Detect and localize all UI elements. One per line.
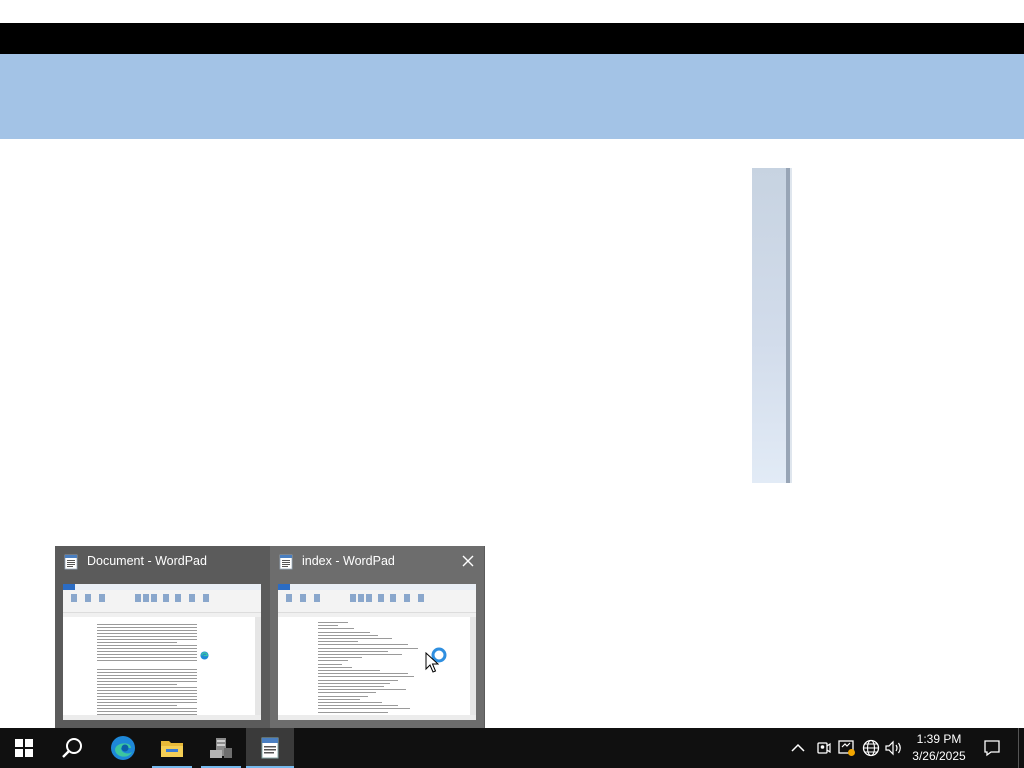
tray-network[interactable]: [861, 738, 881, 758]
notification-button[interactable]: [980, 728, 1004, 768]
tray-meet-now[interactable]: [813, 738, 833, 758]
thumbnail-title: index - WordPad: [302, 554, 395, 568]
close-icon[interactable]: [460, 553, 476, 569]
window-top-bar: [0, 23, 1024, 54]
wordpad-icon: [279, 554, 293, 570]
thumbnail-title: Document - WordPad: [87, 554, 207, 568]
taskbar-app-edge[interactable]: [99, 728, 147, 768]
thumbnail-index-wordpad[interactable]: index - WordPad: [270, 546, 484, 728]
show-hidden-icons-button[interactable]: [788, 738, 808, 758]
clock-time: 1:39 PM: [916, 732, 962, 746]
start-button[interactable]: [0, 728, 48, 768]
taskbar-app-file-explorer[interactable]: [148, 728, 196, 768]
wordpad-icon: [261, 737, 279, 759]
taskbar-thumbnail-popup: Document - WordPad index - WordPad: [55, 546, 485, 728]
mouse-cursor-icon: [425, 652, 439, 673]
wordpad-icon: [64, 554, 78, 570]
clock-date: 3/26/2025: [912, 749, 966, 763]
meet-now-icon: [817, 742, 831, 754]
action-center-shield-icon: [838, 740, 855, 756]
thumbnail-document-wordpad[interactable]: Document - WordPad: [55, 546, 269, 728]
search-button[interactable]: [48, 728, 96, 768]
network-icon: [862, 739, 880, 757]
folder-icon: [161, 741, 183, 757]
chevron-up-icon: [791, 743, 805, 752]
server-manager-icon: [210, 738, 232, 758]
thumbnail-preview: [63, 584, 261, 720]
show-desktop-button[interactable]: [1018, 728, 1024, 768]
side-panel: [752, 168, 792, 483]
taskbar-app-wordpad[interactable]: [246, 728, 294, 768]
taskbar-clock[interactable]: 1:39 PM 3/26/2025: [900, 728, 978, 768]
notification-icon: [984, 740, 1000, 757]
windows-start-icon: [15, 739, 33, 757]
edge-icon: [111, 736, 135, 760]
taskbar: 1:39 PM 3/26/2025: [0, 728, 1024, 768]
taskbar-app-server-manager[interactable]: [197, 728, 245, 768]
blue-banner: [0, 54, 1024, 139]
search-icon: [62, 738, 82, 758]
tray-action-center-warning[interactable]: [837, 738, 857, 758]
